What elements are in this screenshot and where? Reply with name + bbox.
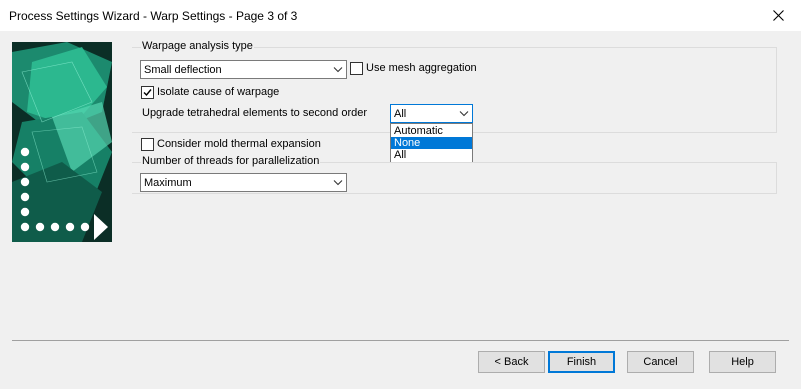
use-mesh-aggregation-checkbox[interactable] bbox=[350, 62, 363, 75]
isolate-cause-label: Isolate cause of warpage bbox=[157, 86, 280, 98]
dialog-client: Warpage analysis type Small deflection U… bbox=[0, 31, 801, 389]
upgrade-tetra-value: All bbox=[394, 108, 407, 120]
threads-combo[interactable]: Maximum bbox=[140, 173, 347, 192]
use-mesh-aggregation-label: Use mesh aggregation bbox=[366, 62, 477, 74]
chevron-down-icon bbox=[459, 111, 469, 117]
isolate-cause-checkbox[interactable] bbox=[141, 86, 154, 99]
mold-thermal-expansion-checkbox[interactable] bbox=[141, 138, 154, 151]
help-button[interactable]: Help bbox=[709, 351, 776, 373]
chevron-down-icon bbox=[333, 67, 343, 73]
wizard-graphic bbox=[12, 42, 112, 242]
button-separator bbox=[12, 340, 789, 341]
mold-thermal-expansion-label: Consider mold thermal expansion bbox=[157, 138, 321, 150]
window-title: Process Settings Wizard - Warp Settings … bbox=[9, 9, 298, 23]
warpage-analysis-type-combo[interactable]: Small deflection bbox=[140, 60, 347, 79]
checkmark-icon bbox=[143, 89, 152, 97]
upgrade-tetra-dropdown-list: Automatic None All bbox=[390, 123, 473, 163]
back-button[interactable]: < Back bbox=[478, 351, 545, 373]
close-icon bbox=[772, 10, 784, 21]
threads-value: Maximum bbox=[144, 177, 192, 189]
dropdown-option-all[interactable]: All bbox=[391, 149, 472, 161]
dropdown-option-none[interactable]: None bbox=[391, 137, 472, 149]
title-bar: Process Settings Wizard - Warp Settings … bbox=[0, 0, 801, 31]
cancel-button[interactable]: Cancel bbox=[627, 351, 694, 373]
warpage-analysis-type-label: Warpage analysis type bbox=[141, 40, 254, 52]
upgrade-tetra-combo[interactable]: All bbox=[390, 104, 473, 123]
upgrade-tetra-label: Upgrade tetrahedral elements to second o… bbox=[142, 107, 368, 119]
finish-button[interactable]: Finish bbox=[548, 351, 615, 373]
warpage-analysis-type-value: Small deflection bbox=[144, 64, 222, 76]
threads-label: Number of threads for parallelization bbox=[141, 155, 321, 167]
close-button[interactable] bbox=[755, 0, 801, 31]
dropdown-option-automatic[interactable]: Automatic bbox=[391, 125, 472, 137]
chevron-down-icon bbox=[333, 180, 343, 186]
